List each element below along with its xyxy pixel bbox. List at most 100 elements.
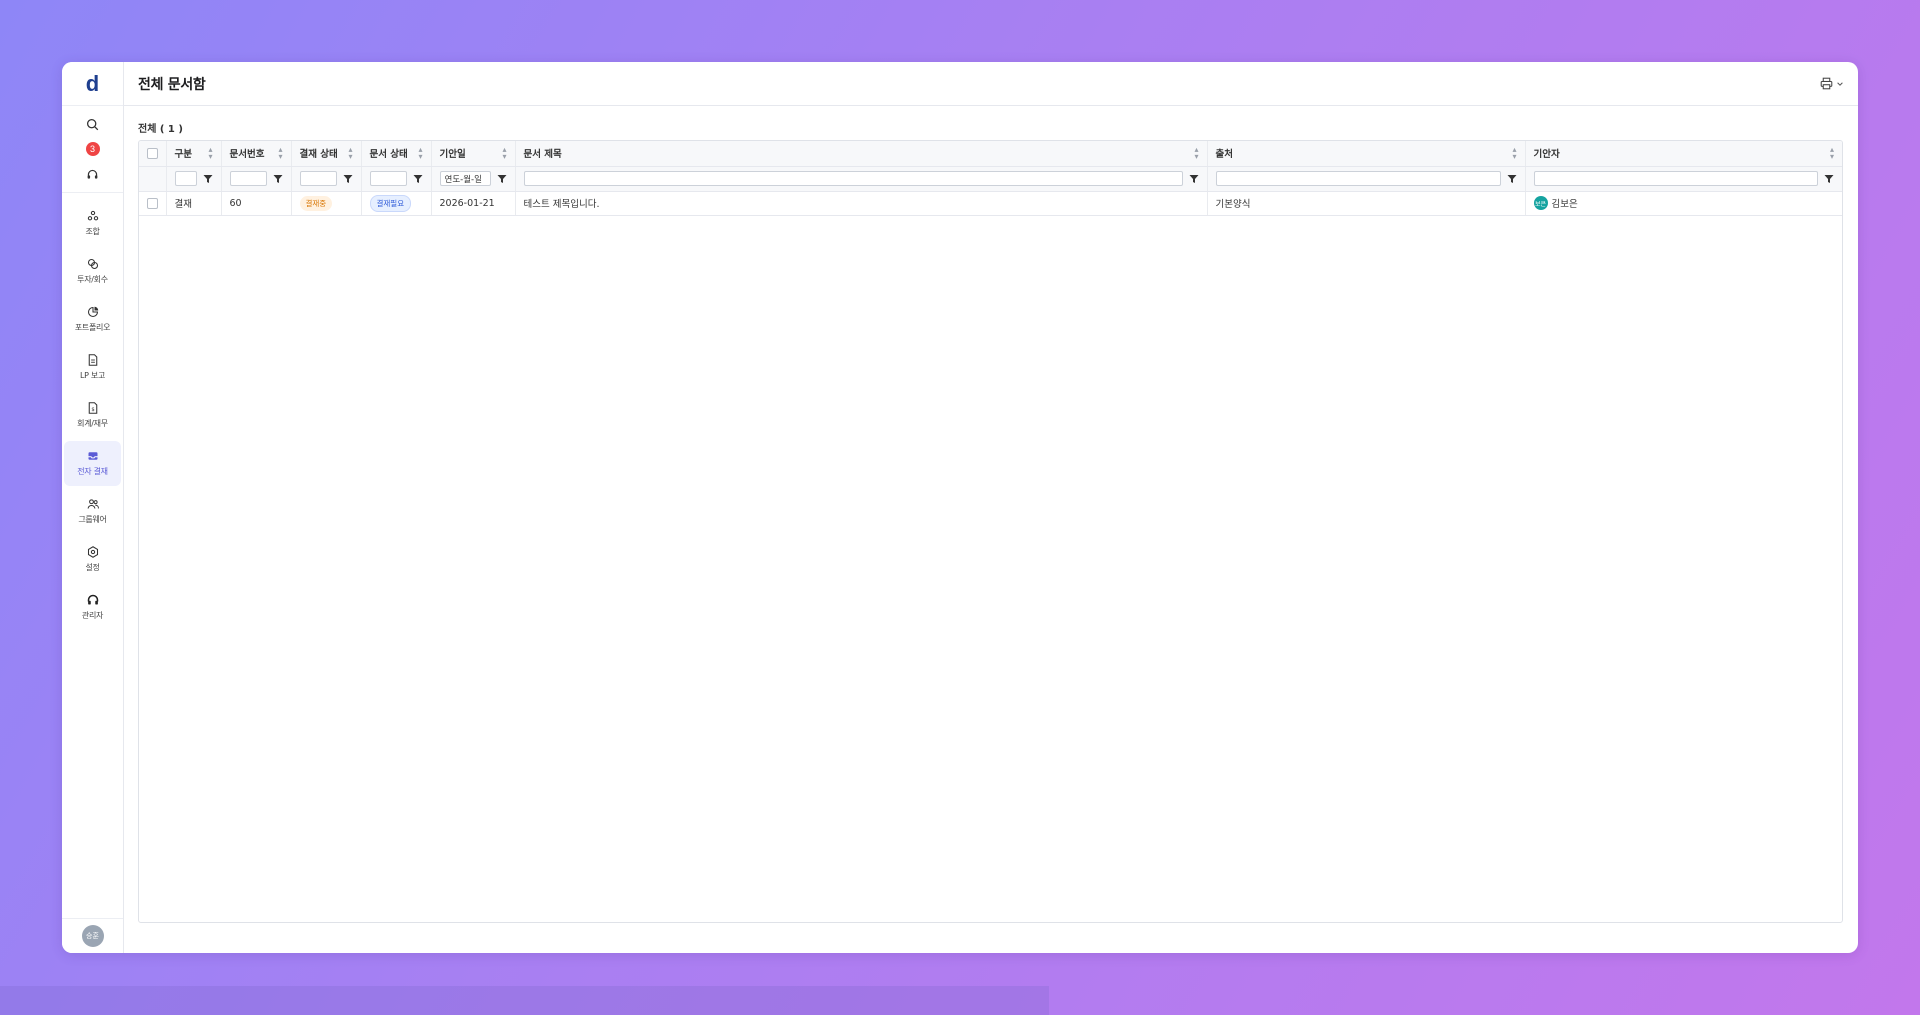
column-header-label: 문서번호 — [229, 149, 265, 161]
sidebar-item-portfolio[interactable]: 포트폴리오 — [64, 297, 121, 342]
filter-input-source[interactable] — [1215, 171, 1501, 186]
column-header-draft-date[interactable]: 기안일 ▴ ▾ — [431, 141, 516, 167]
column-header-source[interactable]: 출처 ▴ ▾ — [1207, 141, 1526, 167]
app-window: d 3 조합 투자/회수 포트폴리오 LP 보고 $ 회계/재무 전자 결재 그… — [62, 62, 1858, 953]
document-icon — [88, 354, 97, 366]
search-icon[interactable] — [85, 116, 101, 132]
cell-doc-no: 60 — [221, 191, 292, 216]
filter-icon[interactable] — [1189, 174, 1199, 184]
filter-input-doc-no[interactable] — [229, 171, 267, 186]
cell-drafter: 보은 김보은 — [1525, 191, 1842, 216]
sidebar-item-e-approval[interactable]: 전자 결재 — [64, 441, 121, 486]
sort-icon[interactable]: ▴ ▾ — [208, 146, 212, 161]
app-logo[interactable]: d — [62, 62, 123, 106]
sort-icon[interactable]: ▴ ▾ — [1194, 146, 1198, 161]
document-count: 전체 ( 1 ) — [138, 124, 183, 135]
user-avatar[interactable]: 승훈 — [81, 925, 104, 947]
drafter-name: 김보은 — [1551, 199, 1578, 210]
column-header-label: 기안일 — [439, 149, 466, 161]
users-icon — [87, 499, 99, 509]
filter-input-title[interactable] — [523, 171, 1183, 186]
sidebar-item-label: 관리자 — [81, 611, 104, 620]
sidebar-item-lp-report[interactable]: LP 보고 — [64, 345, 121, 390]
horizontal-scrollbar[interactable] — [0, 986, 1049, 1015]
filter-icon[interactable] — [497, 174, 507, 184]
sidebar-item-label: 전자 결재 — [77, 467, 108, 476]
sort-icon[interactable]: ▴ ▾ — [278, 146, 282, 161]
table-row[interactable]: 결재 60 결재중 결재필요 2026-01-21 테스트 제목입니다. 기본양… — [139, 191, 1842, 216]
sidebar-item-groupware[interactable]: 그룹웨어 — [64, 489, 121, 534]
sidebar-item-investment[interactable]: 투자/회수 — [64, 249, 121, 294]
header: 전체 문서함 — [124, 62, 1858, 106]
pie-chart-icon — [87, 306, 98, 318]
approval-status-badge: 결재중 — [299, 195, 333, 211]
filter-input-category[interactable] — [174, 171, 197, 186]
documents-table: 구분 ▴ ▾ 문서번호 ▴ ▾ 결재 상태 ▴ ▾ 문서 상태 ▴ ▾ 기안일 ▴ ▾ 문서 제목 ▴… — [139, 141, 1842, 216]
investment-icon — [87, 258, 98, 270]
cell-approval-status: 결재중 — [291, 191, 362, 216]
notification-badge[interactable]: 3 — [85, 142, 100, 156]
filter-icon[interactable] — [203, 174, 213, 184]
filter-icon[interactable] — [1824, 174, 1834, 184]
doc-status-badge: 결재필요 — [369, 194, 412, 212]
filter-icon[interactable] — [273, 174, 283, 184]
column-header-category[interactable]: 구분 ▴ ▾ — [166, 141, 222, 167]
sort-icon[interactable]: ▴ ▾ — [502, 146, 506, 161]
sort-icon[interactable]: ▴ ▾ — [348, 146, 352, 161]
filter-cell-empty — [139, 166, 167, 192]
filter-input-approval-status[interactable] — [299, 171, 337, 186]
cell-source: 기본양식 — [1207, 191, 1526, 216]
row-checkbox[interactable] — [147, 197, 158, 209]
filter-cell-title — [515, 166, 1208, 192]
inbox-icon — [88, 452, 97, 460]
filter-icon[interactable] — [413, 174, 423, 184]
documents-grid: 구분 ▴ ▾ 문서번호 ▴ ▾ 결재 상태 ▴ ▾ 문서 상태 ▴ ▾ 기안일 ▴ ▾ 문서 제목 ▴… — [138, 140, 1843, 923]
column-header-title[interactable]: 문서 제목 ▴ ▾ — [515, 141, 1208, 167]
sidebar-item-accounting[interactable]: $ 회계/재무 — [64, 393, 121, 438]
column-header-label: 출처 — [1215, 149, 1233, 161]
sort-icon[interactable]: ▴ ▾ — [418, 146, 422, 161]
filter-cell-draft-date: 연도-월-일 — [431, 166, 516, 192]
page-title: 전체 문서함 — [138, 76, 206, 93]
headset-icon[interactable] — [85, 166, 101, 182]
filter-icon[interactable] — [343, 174, 353, 184]
sidebar-item-label: 조합 — [85, 227, 100, 236]
sidebar: d 3 조합 투자/회수 포트폴리오 LP 보고 $ 회계/재무 전자 결재 그… — [62, 62, 124, 953]
printer-icon — [1820, 77, 1833, 90]
filter-row: 연도-월-일 — [139, 166, 1842, 192]
select-all-checkbox[interactable] — [147, 147, 158, 159]
column-header-approval-status[interactable]: 결재 상태 ▴ ▾ — [291, 141, 362, 167]
sidebar-item-label: 설정 — [85, 563, 100, 572]
filter-cell-drafter — [1525, 166, 1842, 192]
drafter-avatar: 보은 — [1533, 196, 1548, 210]
sidebar-item-admin[interactable]: 관리자 — [64, 585, 121, 630]
sidebar-item-label: 포트폴리오 — [74, 323, 111, 332]
filter-input-drafter[interactable] — [1533, 171, 1818, 186]
sort-icon[interactable]: ▴ ▾ — [1512, 146, 1516, 161]
print-button[interactable] — [1820, 77, 1844, 90]
column-header-doc-no[interactable]: 문서번호 ▴ ▾ — [221, 141, 292, 167]
sidebar-item-label: 그룹웨어 — [78, 515, 107, 524]
filter-input-draft-date[interactable]: 연도-월-일 — [439, 171, 491, 186]
column-header-label: 기안자 — [1533, 149, 1560, 161]
column-header-drafter[interactable]: 기안자 ▴ ▾ — [1525, 141, 1842, 167]
column-header-doc-status[interactable]: 문서 상태 ▴ ▾ — [361, 141, 432, 167]
sidebar-nav: 조합 투자/회수 포트폴리오 LP 보고 $ 회계/재무 전자 결재 그룹웨어 … — [62, 193, 123, 633]
filter-input-doc-status[interactable] — [369, 171, 407, 186]
svg-text:$: $ — [91, 407, 94, 413]
filter-icon[interactable] — [1507, 174, 1517, 184]
sidebar-item-settings[interactable]: 설정 — [64, 537, 121, 582]
sidebar-item-fund[interactable]: 조합 — [64, 201, 121, 246]
row-select-cell — [139, 191, 167, 216]
cell-title[interactable]: 테스트 제목입니다. — [515, 191, 1208, 216]
filter-cell-approval-status — [291, 166, 362, 192]
chevron-down-icon — [1837, 81, 1843, 86]
sort-icon[interactable]: ▴ ▾ — [1830, 146, 1834, 161]
sidebar-item-label: 투자/회수 — [77, 275, 108, 284]
filter-cell-doc-no — [221, 166, 292, 192]
quick-actions: 3 — [62, 106, 123, 193]
divider — [62, 918, 123, 919]
cell-draft-date: 2026-01-21 — [431, 191, 516, 216]
admin-icon — [87, 594, 98, 605]
column-header-label: 구분 — [174, 149, 192, 161]
